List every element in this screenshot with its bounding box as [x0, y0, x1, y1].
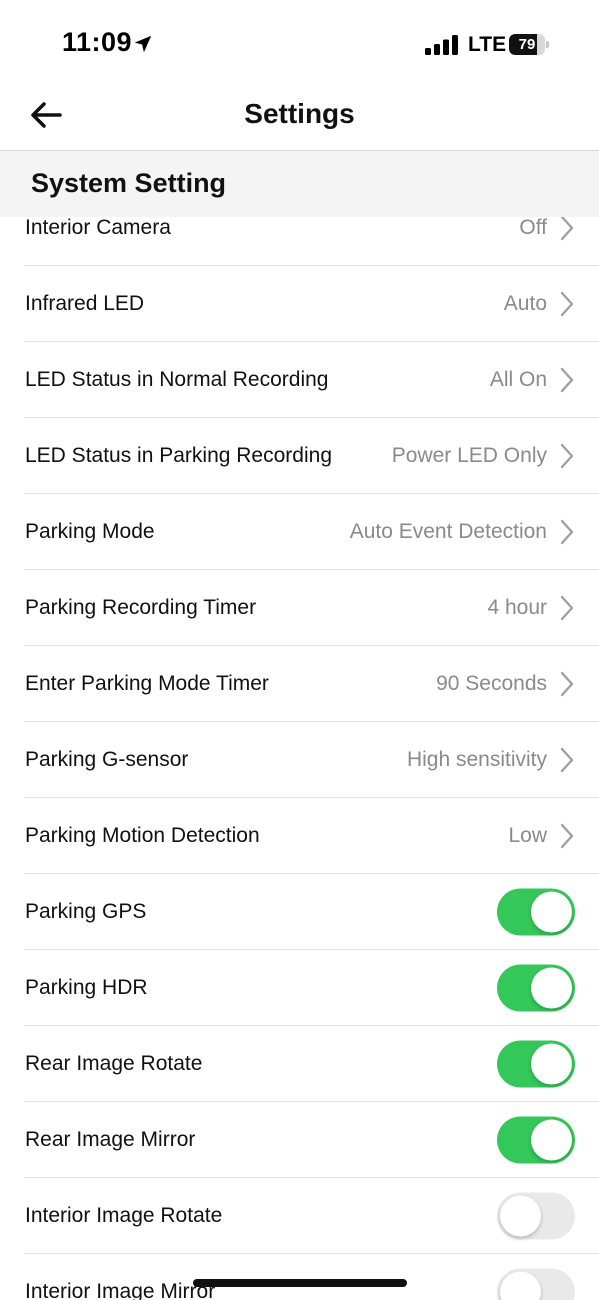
setting-value: 4 hour — [487, 595, 547, 619]
settings-screen: 11:09 LTE 79 Settings System Setting Int… — [0, 0, 599, 1300]
battery-level: 79 — [518, 36, 536, 53]
setting-row-rear-image-rotate[interactable]: Rear Image Rotate — [24, 1026, 599, 1102]
section-title: System Setting — [31, 168, 227, 198]
chevron-right-icon — [560, 519, 574, 544]
setting-row-parking-motion-detection[interactable]: Parking Motion Detection Low — [24, 798, 599, 874]
toggle-switch[interactable] — [497, 964, 575, 1011]
toggle-switch[interactable] — [497, 1192, 575, 1239]
setting-label: LED Status in Parking Recording — [25, 443, 332, 467]
chevron-right-icon — [560, 747, 574, 772]
setting-label: Parking Mode — [25, 519, 155, 543]
setting-value: Auto Event Detection — [349, 519, 547, 543]
setting-label: Parking Recording Timer — [25, 595, 257, 619]
setting-label: Parking HDR — [25, 975, 148, 999]
section-header: System Setting — [0, 151, 599, 217]
toggle-knob — [500, 1195, 541, 1236]
nav-header: Settings — [0, 80, 599, 151]
setting-value: All On — [489, 367, 547, 391]
setting-row-parking-mode[interactable]: Parking Mode Auto Event Detection — [24, 494, 599, 570]
setting-row-parking-gps[interactable]: Parking GPS — [24, 874, 599, 950]
toggle-knob — [500, 1271, 541, 1300]
cellular-signal-icon — [425, 35, 458, 55]
setting-label: Enter Parking Mode Timer — [25, 671, 269, 695]
setting-label: Rear Image Mirror — [25, 1127, 196, 1151]
location-arrow-icon — [134, 35, 152, 53]
home-indicator[interactable] — [193, 1279, 407, 1287]
setting-label: Interior Image Mirror — [25, 1279, 216, 1300]
setting-row-parking-hdr[interactable]: Parking HDR — [24, 950, 599, 1026]
chevron-right-icon — [560, 595, 574, 620]
setting-row-interior-image-mirror[interactable]: Interior Image Mirror — [24, 1254, 599, 1300]
status-time: 11:09 — [62, 27, 133, 57]
setting-row-led-status-in-normal-recording[interactable]: LED Status in Normal Recording All On — [24, 342, 599, 418]
battery-icon: 79 — [509, 34, 549, 55]
toggle-knob — [531, 1043, 572, 1084]
toggle-switch[interactable] — [497, 1116, 575, 1163]
toggle-switch[interactable] — [497, 888, 575, 935]
toggle-switch[interactable] — [497, 1040, 575, 1087]
chevron-right-icon — [560, 215, 574, 240]
network-type: LTE — [468, 33, 507, 56]
setting-value: High sensitivity — [406, 747, 547, 771]
setting-label: Interior Image Rotate — [25, 1203, 223, 1227]
setting-label: Interior Camera — [25, 215, 171, 239]
setting-row-enter-parking-mode-timer[interactable]: Enter Parking Mode Timer 90 Seconds — [24, 646, 599, 722]
setting-label: Parking Motion Detection — [25, 823, 260, 847]
setting-value: Low — [508, 823, 547, 847]
status-bar: 11:09 LTE 79 — [0, 0, 599, 80]
toggle-switch[interactable] — [497, 1268, 575, 1300]
setting-value: 90 Seconds — [436, 671, 547, 695]
chevron-right-icon — [560, 291, 574, 316]
setting-value: Off — [519, 215, 547, 239]
setting-label: Parking G-sensor — [25, 747, 189, 771]
chevron-right-icon — [560, 823, 574, 848]
setting-row-infrared-led[interactable]: Infrared LED Auto — [24, 266, 599, 342]
toggle-knob — [531, 1119, 572, 1160]
setting-label: Parking GPS — [25, 899, 147, 923]
setting-row-led-status-in-parking-recording[interactable]: LED Status in Parking Recording Power LED… — [24, 418, 599, 494]
setting-label: Infrared LED — [25, 291, 145, 315]
chevron-right-icon — [560, 443, 574, 468]
toggle-knob — [531, 967, 572, 1008]
chevron-right-icon — [560, 367, 574, 392]
setting-label: Rear Image Rotate — [25, 1051, 203, 1075]
page-title: Settings — [244, 98, 355, 129]
setting-value: Auto — [503, 291, 547, 315]
settings-list: Interior Camera Off Infrared LED Auto LED St… — [0, 190, 599, 1300]
setting-row-parking-recording-timer[interactable]: Parking Recording Timer 4 hour — [24, 570, 599, 646]
setting-value: Power LED Only — [391, 443, 547, 467]
setting-row-parking-g-sensor[interactable]: Parking G-sensor High sensitivity — [24, 722, 599, 798]
setting-label: LED Status in Normal Recording — [25, 367, 329, 391]
setting-row-rear-image-mirror[interactable]: Rear Image Mirror — [24, 1102, 599, 1178]
setting-row-interior-image-rotate[interactable]: Interior Image Rotate — [24, 1178, 599, 1254]
chevron-right-icon — [560, 671, 574, 696]
toggle-knob — [531, 891, 572, 932]
